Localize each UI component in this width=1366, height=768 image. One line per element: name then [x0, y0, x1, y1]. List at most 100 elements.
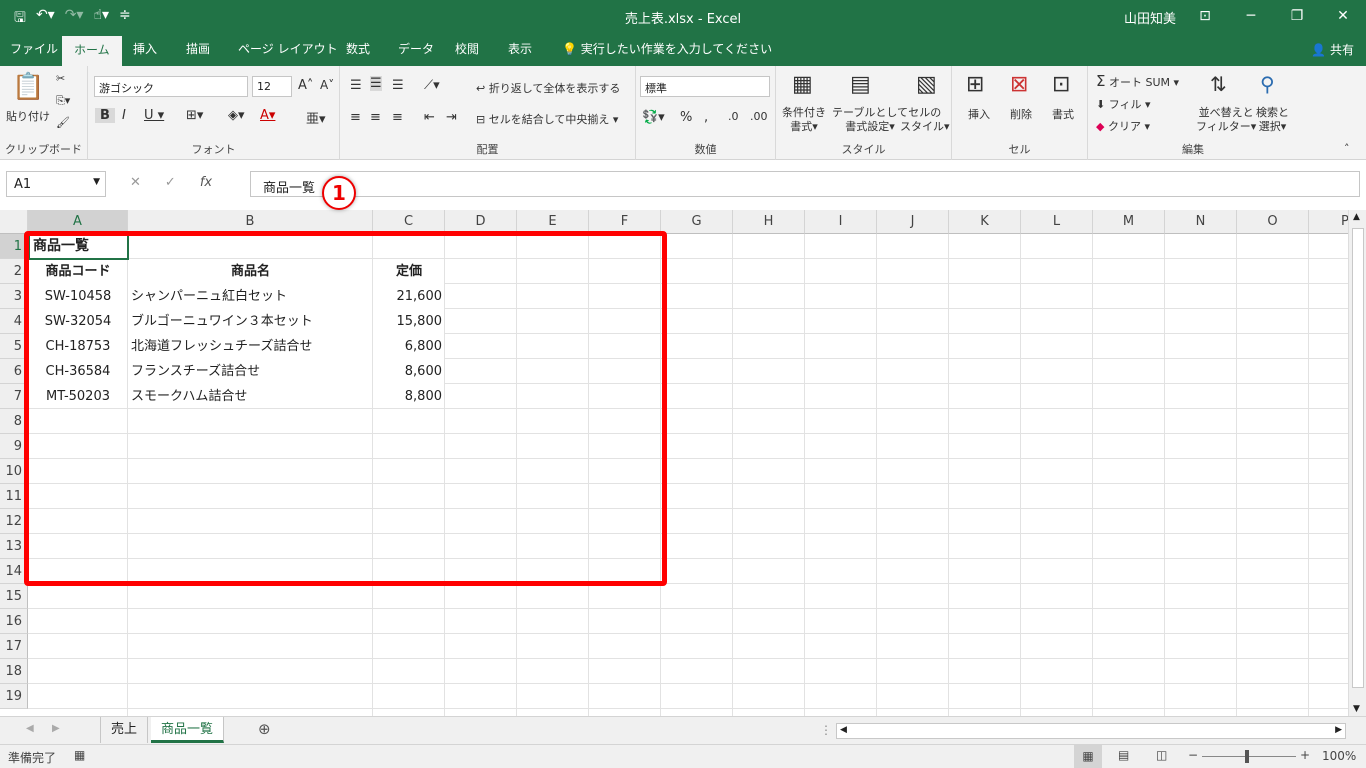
macro-record-icon[interactable]: ▦: [74, 748, 85, 762]
tab-split-handle[interactable]: ⋮: [820, 723, 832, 737]
name-box-dropdown-icon[interactable]: ▼: [93, 177, 100, 187]
column-header-l[interactable]: L: [1021, 210, 1093, 234]
number-format-select[interactable]: 標準: [640, 76, 770, 97]
comma-style-icon[interactable]: ,: [704, 110, 708, 125]
cut-icon[interactable]: ✂: [56, 72, 65, 85]
sheet-tab-sales[interactable]: 売上: [100, 717, 149, 743]
wrap-text-button[interactable]: ↩ 折り返して全体を表示する: [476, 80, 620, 96]
sort-filter-icon[interactable]: ⇅: [1210, 72, 1227, 96]
underline-button[interactable]: U ▾: [144, 108, 164, 123]
column-header-n[interactable]: N: [1165, 210, 1237, 234]
cell-styles-button[interactable]: セルの スタイル▾: [900, 106, 950, 134]
decrease-indent-icon[interactable]: ⇤: [424, 110, 435, 125]
insert-cells-icon[interactable]: ⊞: [966, 72, 984, 97]
select-all-corner[interactable]: [0, 210, 28, 234]
zoom-slider-thumb[interactable]: [1245, 750, 1249, 763]
vertical-scroll-thumb[interactable]: [1352, 228, 1364, 688]
insert-function-icon[interactable]: fx: [200, 175, 212, 190]
cancel-icon[interactable]: ✕: [130, 175, 141, 190]
tab-data[interactable]: データ: [398, 40, 434, 57]
align-left-icon[interactable]: ≡: [350, 110, 361, 125]
zoom-out-icon[interactable]: −: [1188, 748, 1198, 762]
format-cells-button[interactable]: 書式: [1052, 106, 1074, 122]
cell-styles-icon[interactable]: ▧: [916, 72, 937, 97]
paste-button[interactable]: 貼り付け: [6, 108, 50, 124]
decrease-font-icon[interactable]: A˅: [320, 78, 334, 92]
row-header-15[interactable]: 15: [0, 584, 28, 609]
scroll-right-icon[interactable]: ▶: [1335, 725, 1342, 735]
zoom-slider-track[interactable]: [1202, 756, 1296, 757]
row-header-16[interactable]: 16: [0, 609, 28, 634]
delete-cells-button[interactable]: 削除: [1010, 106, 1032, 122]
tab-insert[interactable]: 挿入: [133, 40, 157, 57]
column-header-p[interactable]: P: [1309, 210, 1348, 234]
column-header-j[interactable]: J: [877, 210, 949, 234]
fill-color-icon[interactable]: ◈▾: [228, 108, 245, 123]
format-painter-icon[interactable]: 🖌: [56, 116, 70, 129]
next-sheet-icon[interactable]: ▶: [52, 723, 60, 734]
find-select-button[interactable]: 検索と 選択▾: [1256, 106, 1289, 134]
scroll-down-icon[interactable]: ▼: [1353, 704, 1360, 714]
column-header-h[interactable]: H: [733, 210, 805, 234]
font-color-icon[interactable]: A▾: [260, 108, 275, 123]
clear-button[interactable]: ◆ クリア ▾: [1096, 118, 1150, 134]
align-bottom-icon[interactable]: ☰: [392, 78, 404, 93]
format-table-button[interactable]: テーブルとして 書式設定▾: [832, 106, 908, 134]
format-cells-icon[interactable]: ⊡: [1052, 72, 1070, 97]
font-name-select[interactable]: 游ゴシック: [94, 76, 248, 97]
sheet-tab-products[interactable]: 商品一覧: [151, 717, 225, 743]
column-header-g[interactable]: G: [661, 210, 733, 234]
row-header-19[interactable]: 19: [0, 684, 28, 709]
font-size-select[interactable]: 12: [252, 76, 292, 97]
normal-view-icon[interactable]: ▦: [1074, 745, 1102, 768]
horizontal-scrollbar[interactable]: ◀ ▶: [836, 723, 1346, 739]
align-top-icon[interactable]: ☰: [350, 78, 362, 93]
add-sheet-icon[interactable]: ⊕: [258, 720, 271, 738]
conditional-format-button[interactable]: 条件付き 書式▾: [782, 106, 826, 134]
row-header-18[interactable]: 18: [0, 659, 28, 684]
tab-draw[interactable]: 描画: [186, 40, 210, 57]
close-button[interactable]: ✕: [1320, 0, 1366, 32]
column-header-i[interactable]: I: [805, 210, 877, 234]
merge-center-button[interactable]: ⊟ セルを結合して中央揃え ▾: [476, 111, 618, 127]
increase-font-icon[interactable]: A˄: [298, 78, 313, 93]
scroll-left-icon[interactable]: ◀: [840, 725, 847, 735]
phonetic-icon[interactable]: 亜▾: [306, 108, 326, 127]
copy-icon[interactable]: ⎘▾: [56, 94, 70, 108]
formula-input[interactable]: 商品一覧: [250, 171, 1360, 197]
page-layout-view-icon[interactable]: ▤: [1118, 748, 1129, 762]
share-button[interactable]: 👤 共有: [1311, 41, 1354, 58]
accounting-format-icon[interactable]: 💱▾: [642, 110, 665, 125]
decrease-decimal-icon[interactable]: .00: [750, 110, 768, 123]
increase-indent-icon[interactable]: ⇥: [446, 110, 457, 125]
prev-sheet-icon[interactable]: ◀: [26, 723, 34, 734]
tab-file[interactable]: ファイル: [10, 40, 58, 57]
enter-icon[interactable]: ✓: [165, 175, 176, 190]
column-header-k[interactable]: K: [949, 210, 1021, 234]
borders-icon[interactable]: ⊞▾: [186, 108, 203, 123]
bold-button[interactable]: B: [95, 108, 115, 123]
percent-style-icon[interactable]: %: [680, 110, 692, 125]
ribbon-display-options-icon[interactable]: ⊡: [1182, 0, 1228, 32]
vertical-scrollbar[interactable]: ▲ ▼: [1348, 210, 1366, 716]
align-right-icon[interactable]: ≡: [392, 110, 403, 125]
paste-icon[interactable]: 📋: [12, 72, 44, 102]
conditional-format-icon[interactable]: ▦: [792, 72, 813, 97]
restore-button[interactable]: ❐: [1274, 0, 1320, 32]
format-table-icon[interactable]: ▤: [850, 72, 871, 97]
user-name[interactable]: 山田知美: [1124, 8, 1176, 27]
increase-decimal-icon[interactable]: .0: [728, 110, 739, 123]
name-box[interactable]: A1 ▼: [6, 171, 106, 197]
align-center-icon[interactable]: ≡: [370, 110, 381, 125]
tab-review[interactable]: 校閲: [455, 40, 479, 57]
row-header-17[interactable]: 17: [0, 634, 28, 659]
sort-filter-button[interactable]: 並べ替えと フィルター▾: [1196, 106, 1256, 134]
tell-me-box[interactable]: 💡 実行したい作業を入力してください: [562, 40, 772, 57]
tab-formulas[interactable]: 数式: [346, 40, 370, 57]
tab-page-layout[interactable]: ページ レイアウト: [238, 40, 338, 57]
align-middle-icon[interactable]: ☰: [370, 76, 382, 91]
italic-button[interactable]: I: [122, 108, 126, 123]
collapse-ribbon-icon[interactable]: ˄: [1344, 142, 1350, 155]
insert-cells-button[interactable]: 挿入: [968, 106, 990, 122]
minimize-button[interactable]: ─: [1228, 0, 1274, 32]
